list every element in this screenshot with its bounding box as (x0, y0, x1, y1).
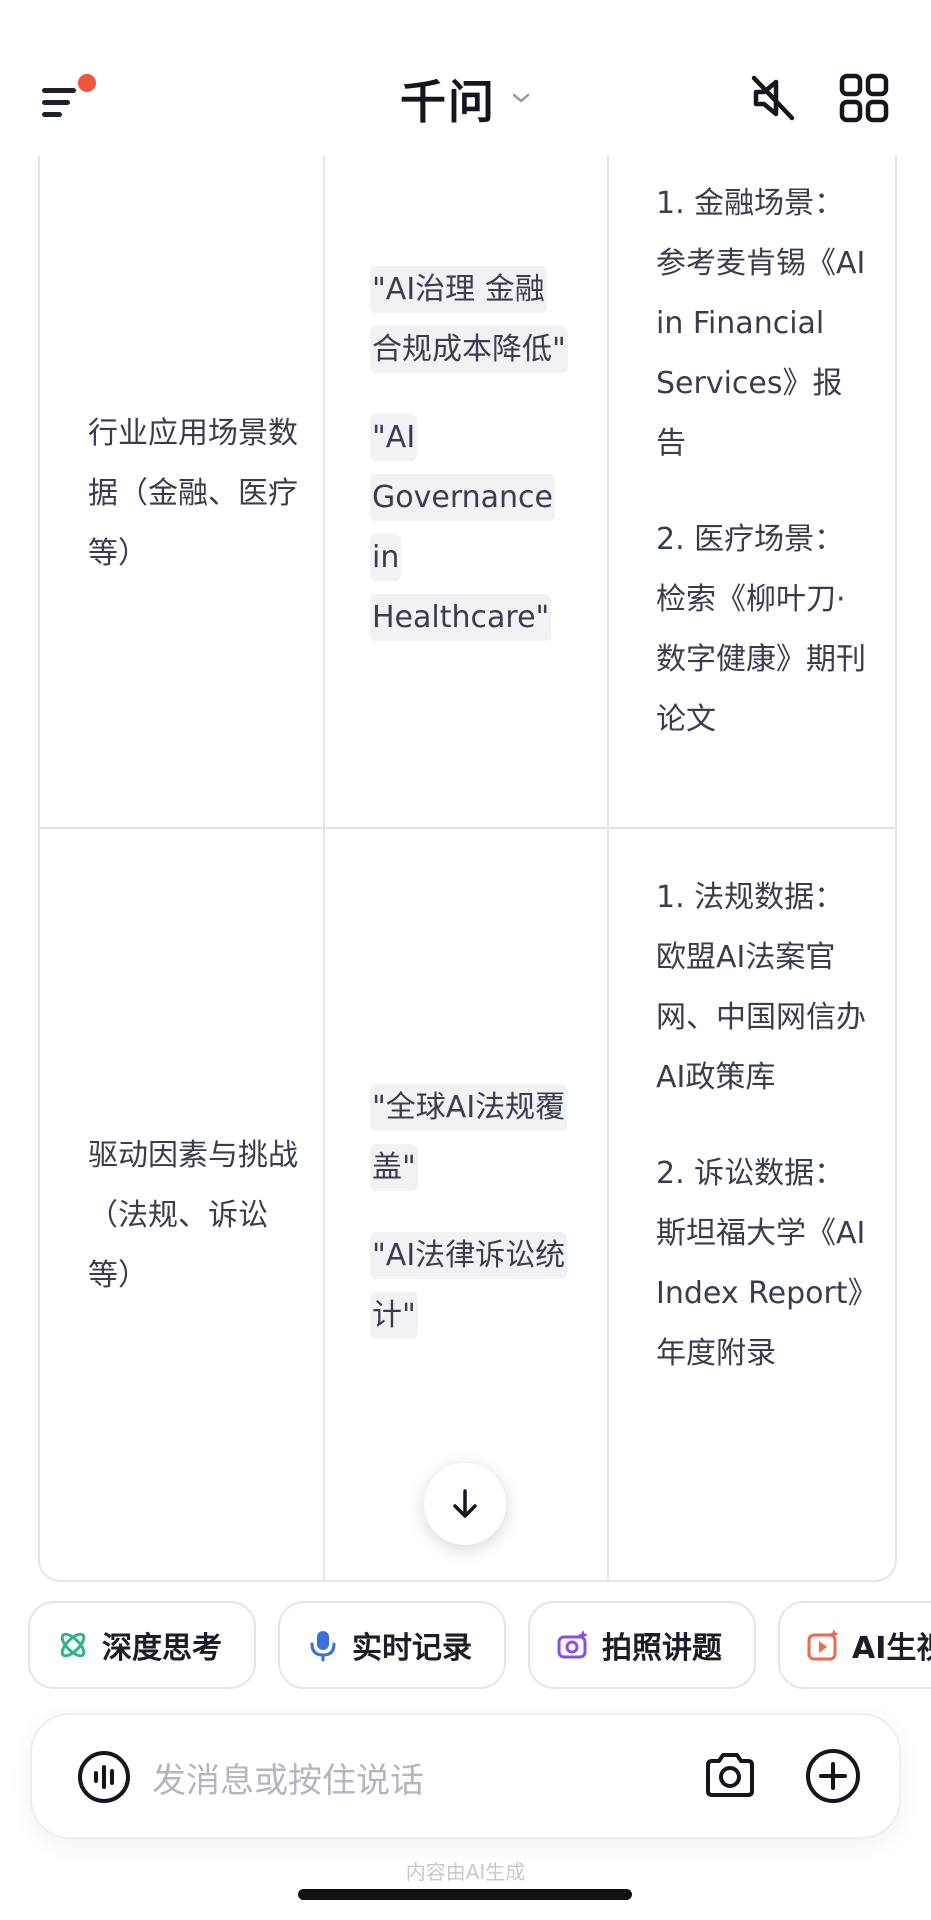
chip-live-record[interactable]: 实时记录 (278, 1601, 506, 1689)
voice-wave-icon (78, 1751, 130, 1803)
camera-button[interactable] (702, 1747, 758, 1803)
quick-action-chips: 深度思考 实时记录 拍照讲题 AI生视频 (28, 1601, 931, 1693)
atom-icon (60, 1632, 86, 1658)
page-title: 千问 (399, 75, 496, 129)
speaker-mute-icon (751, 75, 795, 121)
apps-button[interactable] (836, 70, 892, 126)
scroll-to-bottom-button[interactable] (424, 1463, 506, 1545)
chip-label: 拍照讲题 (602, 1631, 722, 1666)
add-attachment-button[interactable] (804, 1747, 862, 1805)
table-cell-dimension: 行业应用场景数据（金融、医疗等） (88, 416, 298, 571)
message-input-bar: 发消息或按住说话 (30, 1713, 901, 1839)
data-table: 行业应用场景数据（金融、医疗等） "AI治理 金融合规成本降低" "AI Gov… (38, 100, 897, 1582)
keyword-code: "AI法律诉讼统计" (370, 1226, 570, 1346)
source-item: 2. 诉讼数据：斯坦福大学《AI Index Report》年度附录 (656, 1156, 866, 1371)
source-item: 1. 法规数据：欧盟AI法案官网、中国网信办AI政策库 (656, 880, 866, 1095)
table-cell-keywords: "AI治理 金融合规成本降低" "AI Governance in Health… (370, 260, 570, 676)
chip-label: 实时记录 (352, 1631, 472, 1666)
chip-label: AI生视频 (852, 1631, 931, 1666)
voice-mode-button[interactable] (76, 1749, 132, 1805)
source-item: 1. 金融场景：参考麦肯锡《AI in Financial Services》报… (656, 186, 866, 461)
keyword-code: "AI治理 金融合规成本降低" (370, 260, 570, 380)
arrow-down-icon (453, 1489, 477, 1518)
table-cell-dimension: 驱动因素与挑战（法规、诉讼等） (88, 1138, 298, 1293)
keyword-code: "全球AI法规覆盖" (370, 1078, 570, 1198)
table-cell-sources: 1. 法规数据：欧盟AI法案官网、中国网信办AI政策库 2. 诉讼数据：斯坦福大… (656, 868, 871, 1420)
source-item: 2. 医疗场景：检索《柳叶刀·数字健康》期刊论文 (656, 522, 866, 737)
camera-icon (706, 1753, 754, 1797)
ai-generated-note: 内容由AI生成 (405, 1860, 526, 1884)
column-divider (607, 100, 609, 1580)
plus-circle-icon (806, 1749, 860, 1803)
home-indicator[interactable] (298, 1889, 632, 1900)
grid-icon (839, 73, 889, 123)
video-sparkle-icon (807, 1629, 839, 1661)
row-divider (40, 827, 895, 829)
mute-button[interactable] (746, 70, 802, 126)
chip-ai-video[interactable]: AI生视频 (778, 1601, 931, 1689)
top-bar: 千问 (0, 0, 931, 156)
chip-deep-thinking[interactable]: 深度思考 (28, 1601, 256, 1689)
table-cell-sources: 1. 金融场景：参考麦肯锡《AI in Financial Services》报… (656, 174, 871, 786)
chevron-down-icon (511, 90, 531, 109)
table-cell-keywords: "全球AI法规覆盖" "AI法律诉讼统计" (370, 1078, 570, 1374)
chip-photo-explain[interactable]: 拍照讲题 (528, 1601, 756, 1689)
column-divider (323, 100, 325, 1580)
microphone-icon (310, 1631, 336, 1662)
keyword-code: "AI Governance in Healthcare" (370, 408, 570, 648)
chip-label: 深度思考 (102, 1631, 222, 1666)
camera-sparkle-icon (557, 1630, 588, 1659)
message-input[interactable]: 发消息或按住说话 (152, 1753, 424, 1802)
